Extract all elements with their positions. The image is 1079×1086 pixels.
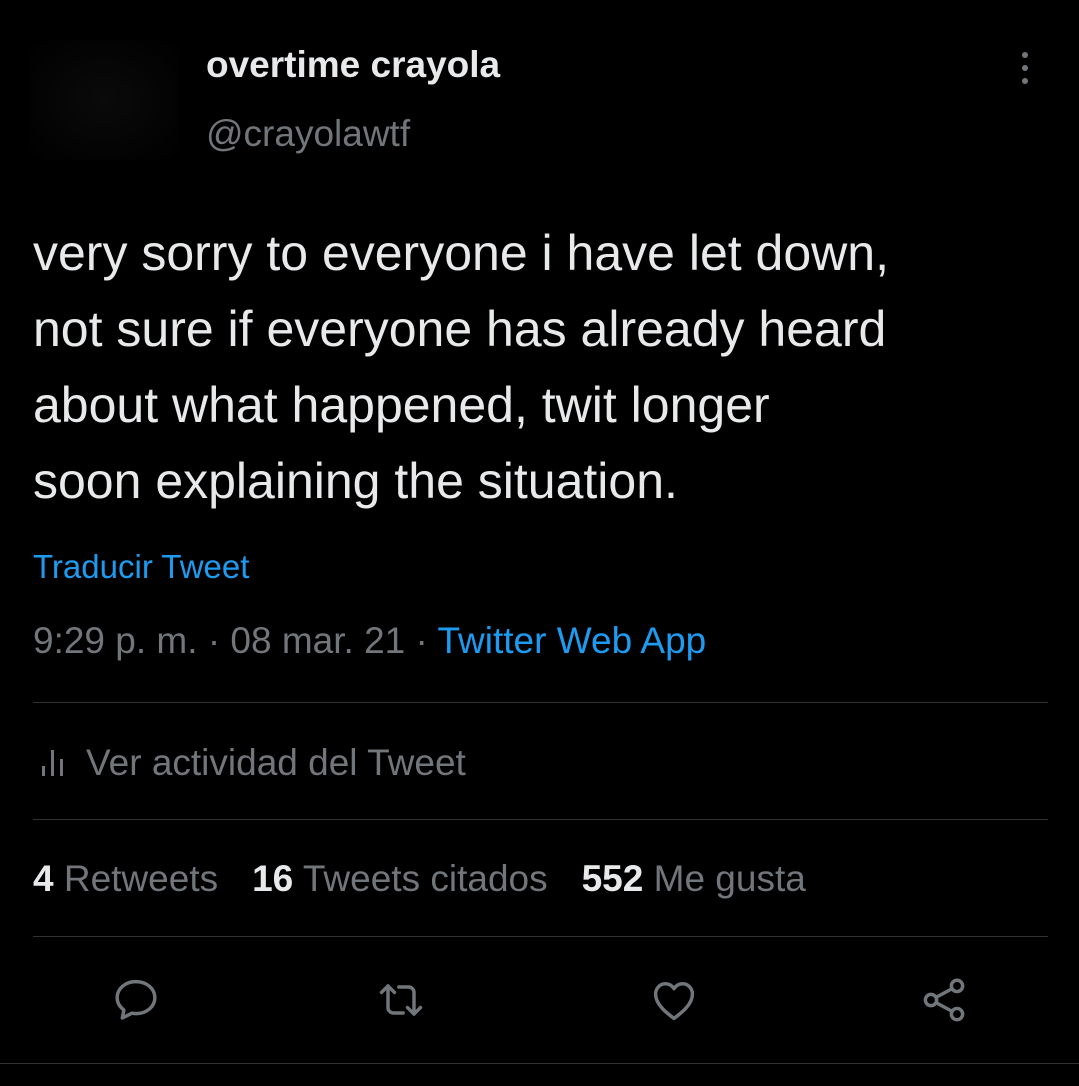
divider xyxy=(33,936,1048,937)
retweets-label: Retweets xyxy=(63,858,219,899)
quote-tweets-label: Tweets citados xyxy=(302,858,548,899)
likes-count: 552 xyxy=(581,858,644,899)
quote-tweets-stat[interactable]: 16 Tweets citados xyxy=(252,858,548,900)
like-button[interactable] xyxy=(646,972,702,1028)
tweet-text: very sorry to everyone i have let down, … xyxy=(33,215,1058,519)
divider xyxy=(33,702,1048,703)
retweets-stat[interactable]: 4 Retweets xyxy=(33,858,218,900)
avatar[interactable] xyxy=(30,40,178,160)
likes-stat[interactable]: 552 Me gusta xyxy=(582,858,806,900)
user-handle[interactable]: @crayolawtf xyxy=(206,113,410,155)
divider xyxy=(33,819,1048,820)
tweet-activity-label: Ver actividad del Tweet xyxy=(86,742,466,783)
tweet-source-link[interactable]: Twitter Web App xyxy=(438,620,707,661)
divider xyxy=(0,1063,1079,1064)
retweet-icon xyxy=(379,984,423,1016)
tweet-text-line: very sorry to everyone i have let down, xyxy=(33,225,889,281)
like-icon xyxy=(653,982,695,1021)
tweet-stats: 4 Retweets 16 Tweets citados 552 Me gust… xyxy=(33,858,840,900)
more-options-icon[interactable] xyxy=(1013,48,1037,88)
analytics-icon xyxy=(40,750,68,776)
likes-label: Me gusta xyxy=(653,858,806,899)
tweet-text-line: soon explaining the situation. xyxy=(33,453,678,509)
tweet-metadata: 9:29 p. m. · 08 mar. 21 · Twitter Web Ap… xyxy=(33,620,706,662)
tweet-text-line: not sure if everyone has already heard xyxy=(33,301,887,357)
retweet-button[interactable] xyxy=(373,972,429,1028)
tweet-text-line: about what happened, twit longer xyxy=(33,377,770,433)
reply-button[interactable] xyxy=(108,972,164,1028)
tweet-date[interactable]: 08 mar. 21 xyxy=(230,620,405,661)
reply-icon xyxy=(115,979,157,1020)
share-button[interactable] xyxy=(916,972,972,1028)
retweets-count: 4 xyxy=(33,858,54,899)
meta-separator: · xyxy=(207,620,221,661)
tweet-time[interactable]: 9:29 p. m. xyxy=(33,620,198,661)
translate-tweet-link[interactable]: Traducir Tweet xyxy=(33,548,249,586)
display-name[interactable]: overtime crayola xyxy=(206,44,500,86)
share-icon xyxy=(923,978,965,1022)
meta-separator: · xyxy=(415,620,428,661)
tweet-detail-page: overtime crayola @crayolawtf very sorry … xyxy=(0,0,1079,1086)
quote-tweets-count: 16 xyxy=(252,858,294,899)
tweet-activity-button[interactable]: Ver actividad del Tweet xyxy=(40,740,466,786)
